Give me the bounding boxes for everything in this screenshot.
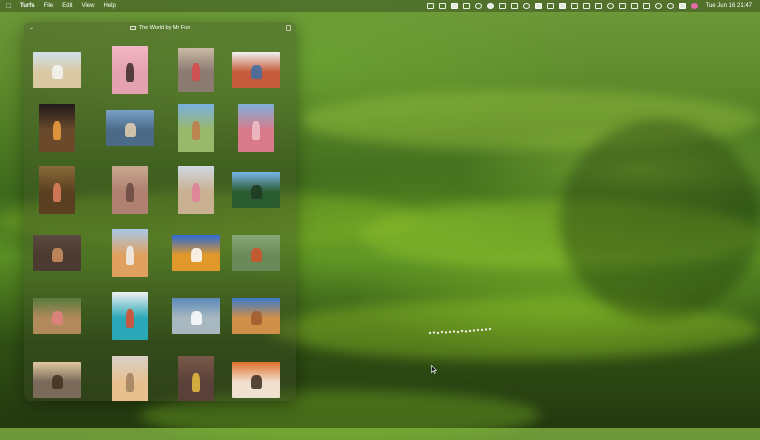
thumbnail-white-arch[interactable] (112, 356, 148, 401)
status-menu-icon[interactable] (594, 3, 602, 9)
thumbnail-lady-in-pink[interactable] (178, 166, 214, 214)
thumbnail-desert-camp[interactable] (232, 298, 280, 334)
thumbnail-framed-window[interactable] (232, 52, 280, 88)
thumbnail-car-street[interactable] (178, 48, 214, 92)
status-book-icon[interactable] (438, 3, 446, 9)
thumbnail-boat-lake[interactable] (232, 235, 280, 271)
thumbnail-dancer-desert[interactable] (112, 229, 148, 277)
folder-icon (129, 26, 136, 30)
status-clipboard-icon[interactable] (462, 3, 470, 9)
apple-logo-icon[interactable]:  (6, 3, 12, 10)
status-bluetooth-icon[interactable] (606, 3, 614, 9)
thumbnail-pond-garden[interactable] (33, 298, 81, 334)
arrow-cursor-icon (431, 365, 437, 374)
status-refresh-icon[interactable] (522, 3, 530, 9)
status-keyboard-icon[interactable] (546, 3, 554, 9)
control-center-icon[interactable] (678, 3, 686, 9)
status-grid-icon[interactable] (426, 3, 434, 9)
close-icon[interactable]: ⌄ (29, 25, 35, 31)
status-cloud-icon[interactable] (486, 3, 494, 9)
status-bookmark-icon[interactable] (450, 3, 458, 9)
window-title: The World by Mr Fun (138, 25, 191, 31)
gallery-window: ⌄ The World by Mr Fun (24, 22, 296, 401)
spotlight-search-icon[interactable] (666, 3, 674, 9)
status-shield-icon[interactable] (510, 3, 518, 9)
thumbnail-tree-trunk[interactable] (39, 166, 75, 214)
thumbnail-pink-portrait[interactable] (112, 46, 148, 94)
thumbnail-rustic-interior[interactable] (33, 235, 81, 271)
window-titlebar[interactable]: ⌄ The World by Mr Fun (24, 22, 296, 34)
wifi-icon[interactable] (654, 3, 662, 9)
status-display-icon[interactable] (570, 3, 578, 9)
status-box-icon[interactable] (630, 3, 638, 9)
thumbnail-aerial-coast[interactable] (172, 298, 220, 334)
status-badge-icon[interactable] (558, 3, 566, 9)
info-icon[interactable] (286, 25, 291, 31)
status-document-icon[interactable] (498, 3, 506, 9)
thumbnail-temple-reflection[interactable] (39, 104, 75, 152)
status-search-icon[interactable] (474, 3, 482, 9)
status-battery-icon[interactable] (642, 3, 650, 9)
thumbnail-palace-lake[interactable] (106, 110, 154, 146)
status-window-icon[interactable] (618, 3, 626, 9)
thumbnail-archway-corridor[interactable] (112, 166, 148, 214)
thumbnail-pink-palace[interactable] (238, 104, 274, 152)
grazing-flock (428, 322, 492, 335)
status-tag-icon[interactable] (534, 3, 542, 9)
thumbnail-blue-door[interactable] (112, 292, 148, 340)
thumbnail-beach-boats[interactable] (33, 52, 81, 88)
thumbnail-palm-trees[interactable] (232, 172, 280, 208)
thumbnail-orange-dunes[interactable] (232, 362, 280, 398)
status-area: Tue Jun 16 21:47 (422, 3, 760, 9)
thumbnail-red-fort[interactable] (178, 104, 214, 152)
thumbnail-desert-sky[interactable] (172, 235, 220, 271)
menu-file[interactable]: File (44, 3, 54, 9)
menu-bar-clock[interactable]: Tue Jun 16 21:47 (706, 3, 752, 9)
menu-app-name[interactable]: Turfs (20, 3, 35, 9)
wallpaper-ridge (560, 120, 760, 320)
menu-help[interactable]: Help (103, 3, 115, 9)
status-monitor-icon[interactable] (582, 3, 590, 9)
menu-bar:  Turfs File Edit View Help Tue Jun 16 2… (0, 0, 760, 12)
menu-edit[interactable]: Edit (62, 3, 72, 9)
thumbnail-railway-sunset[interactable] (33, 362, 81, 398)
menu-view[interactable]: View (82, 3, 95, 9)
thumbnail-yellow-dress[interactable] (178, 356, 214, 401)
siri-icon[interactable] (690, 3, 698, 9)
